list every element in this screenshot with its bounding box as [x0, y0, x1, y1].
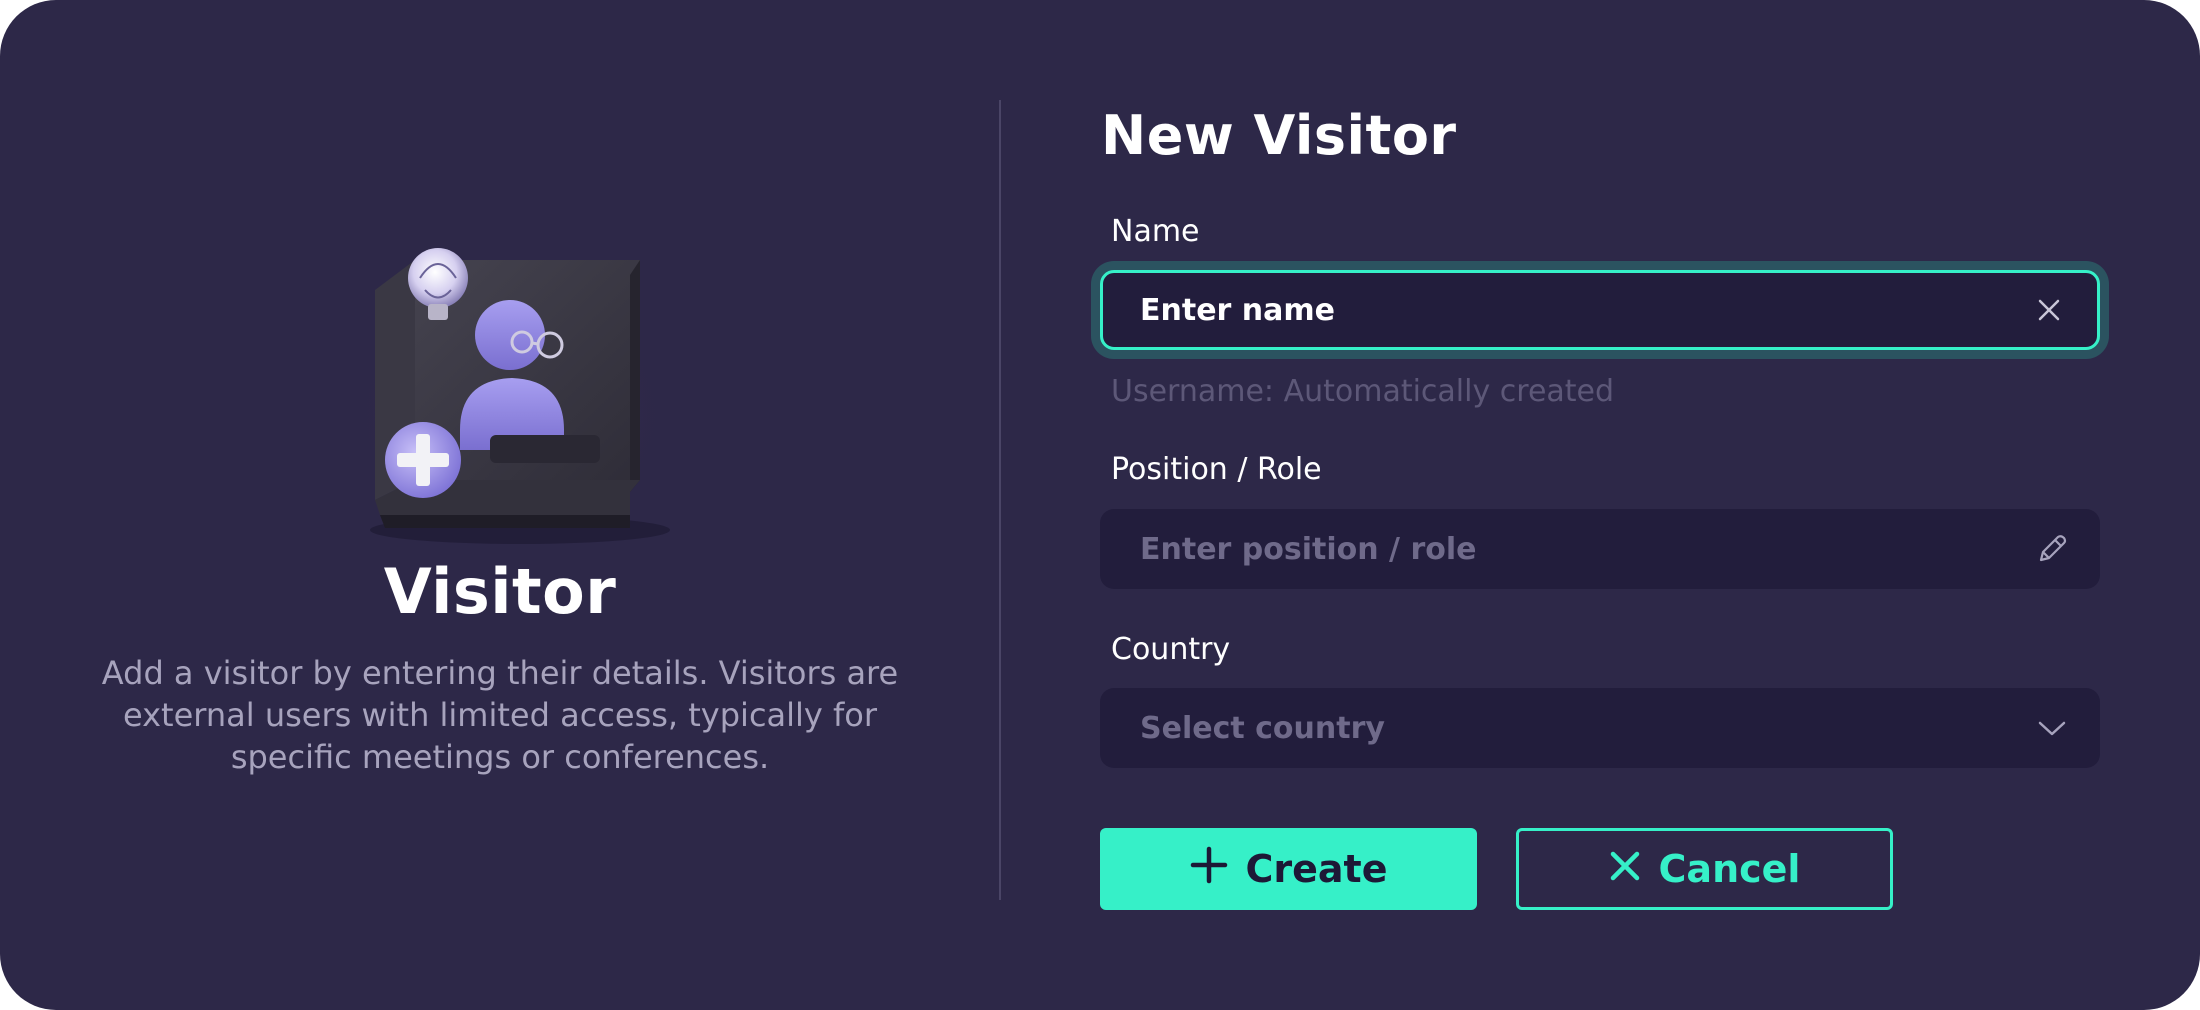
- pencil-icon: [2034, 531, 2070, 567]
- cancel-button[interactable]: Cancel: [1516, 828, 1893, 910]
- create-button[interactable]: Create: [1100, 828, 1477, 910]
- form-title: New Visitor: [1101, 104, 1457, 167]
- close-icon: [1609, 847, 1641, 891]
- panel-divider: [999, 100, 1001, 900]
- name-input[interactable]: Enter name: [1100, 270, 2100, 350]
- new-visitor-dialog: Visitor Add a visitor by entering their …: [0, 0, 2200, 1010]
- cancel-button-label: Cancel: [1658, 847, 1801, 891]
- name-input-value: Enter name: [1140, 292, 1335, 328]
- country-select-placeholder: Select country: [1140, 710, 1385, 746]
- left-description: Add a visitor by entering their details.…: [101, 654, 899, 776]
- chevron-down-icon: [2034, 710, 2070, 746]
- name-label: Name: [1111, 214, 1200, 249]
- country-select[interactable]: Select country: [1100, 688, 2100, 768]
- username-helper-text: Username: Automatically created: [1111, 374, 1615, 409]
- position-input-placeholder: Enter position / role: [1140, 531, 1477, 567]
- position-input[interactable]: Enter position / role: [1100, 509, 2100, 589]
- position-label: Position / Role: [1111, 452, 1322, 487]
- left-title: Visitor: [383, 555, 617, 628]
- visitor-illustration: [340, 230, 680, 550]
- create-button-label: Create: [1245, 847, 1388, 891]
- country-label: Country: [1111, 632, 1231, 667]
- clear-icon[interactable]: [2031, 292, 2067, 328]
- plus-icon: [1190, 846, 1228, 893]
